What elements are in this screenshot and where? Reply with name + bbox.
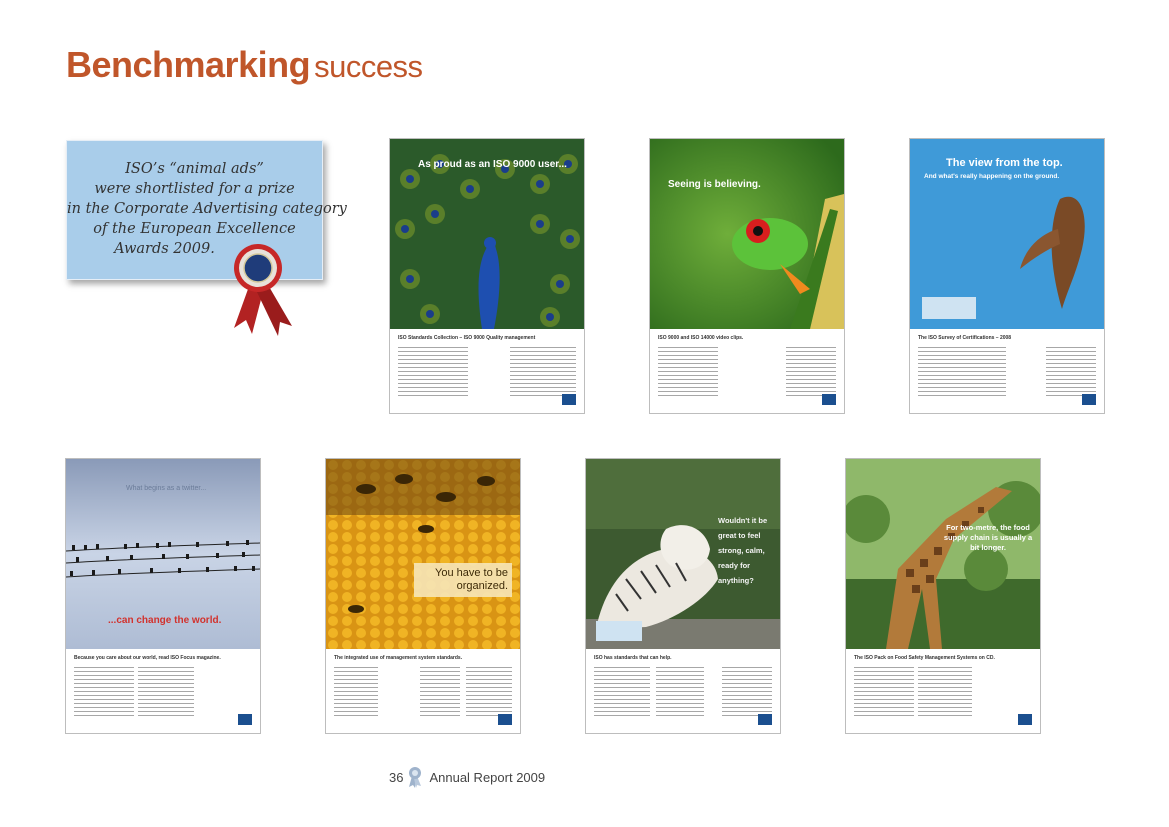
ad-body-text bbox=[918, 667, 972, 719]
iso-logo-icon bbox=[498, 714, 512, 725]
ad-body-text bbox=[466, 667, 512, 719]
iso-logo-icon bbox=[822, 394, 836, 405]
ad-caption: Because you care about our world, read I… bbox=[74, 655, 221, 661]
note-line: in the Corporate Advertising category bbox=[67, 201, 347, 217]
ad-body-text bbox=[722, 667, 772, 719]
ad-body-text bbox=[854, 667, 914, 719]
ad-tiger: Wouldn't it be great to feel strong, cal… bbox=[585, 458, 781, 734]
ad-caption: ISO Standards Collection – ISO 9000 Qual… bbox=[398, 335, 536, 341]
page-number: 36 bbox=[389, 770, 404, 785]
ad-headline: You have to be organized. bbox=[435, 567, 508, 592]
ad-body-text bbox=[510, 347, 576, 399]
ad-subheadline: ...can change the world. bbox=[108, 615, 222, 626]
ad-headline: What begins as a twitter... bbox=[126, 485, 207, 492]
ad-bees: You have to be organized. The integrated… bbox=[325, 458, 521, 734]
ad-body-text bbox=[420, 667, 460, 719]
frog-photo bbox=[650, 139, 844, 329]
ad-body-text bbox=[1046, 347, 1096, 399]
footer-label: Annual Report 2009 bbox=[429, 770, 546, 785]
ad-caption: The ISO Pack on Food Safety Management S… bbox=[854, 655, 995, 661]
iso-logo-icon bbox=[1082, 394, 1096, 405]
ad-body-text bbox=[398, 347, 468, 399]
ad-headline: Wouldn't it be great to feel strong, cal… bbox=[718, 516, 768, 585]
note-line: were shortlisted for a prize bbox=[94, 181, 295, 197]
ad-eagle: The view from the top. And what's really… bbox=[909, 138, 1105, 414]
ad-body-text bbox=[334, 667, 378, 719]
giraffe-photo bbox=[846, 459, 1040, 649]
note-line: of the European Excellence bbox=[93, 221, 296, 237]
ad-headline: Seeing is believing. bbox=[668, 179, 761, 190]
ad-body-text bbox=[658, 347, 718, 399]
page-footer: 36 Annual Report 2009 bbox=[389, 766, 545, 788]
title-light: success bbox=[314, 49, 423, 84]
iso-logo-icon bbox=[758, 714, 772, 725]
ad-frog: Seeing is believing. ISO 9000 and ISO 14… bbox=[649, 138, 845, 414]
ad-body-text bbox=[656, 667, 704, 719]
ad-caption: The ISO Survey of Certifications – 2008 bbox=[918, 335, 1012, 341]
ad-subheadline: And what's really happening on the groun… bbox=[924, 173, 1060, 180]
ad-birds: What begins as a twitter... ...can chang… bbox=[65, 458, 261, 734]
award-rosette-icon bbox=[234, 244, 292, 336]
iso-logo-icon bbox=[562, 394, 576, 405]
ad-giraffe: For two-metre, the food supply chain is … bbox=[845, 458, 1041, 734]
ad-headline: As proud as an ISO 9000 user... bbox=[418, 159, 567, 170]
ad-headline: The view from the top. bbox=[946, 157, 1063, 169]
ribbon-icon bbox=[409, 767, 422, 788]
honeycomb-photo bbox=[326, 459, 520, 649]
ad-caption: ISO has standards that can help. bbox=[594, 655, 672, 661]
ad-body-text bbox=[74, 667, 134, 719]
note-line: ISO’s “animal ads” bbox=[125, 161, 264, 177]
page-title: Benchmarking success bbox=[66, 44, 423, 86]
iso-logo-icon bbox=[238, 714, 252, 725]
ad-body-text bbox=[918, 347, 1006, 399]
ad-peacock: As proud as an ISO 9000 user... ISO Stan… bbox=[389, 138, 585, 414]
ad-body-text bbox=[786, 347, 836, 399]
ad-body-text bbox=[594, 667, 650, 719]
ad-caption: The integrated use of management system … bbox=[334, 655, 463, 661]
ad-body-text bbox=[138, 667, 194, 719]
iso-logo-icon bbox=[1018, 714, 1032, 725]
ad-caption: ISO 9000 and ISO 14000 video clips. bbox=[658, 335, 744, 341]
title-bold: Benchmarking bbox=[66, 44, 311, 85]
ad-headline: For two-metre, the food supply chain is … bbox=[943, 523, 1033, 552]
